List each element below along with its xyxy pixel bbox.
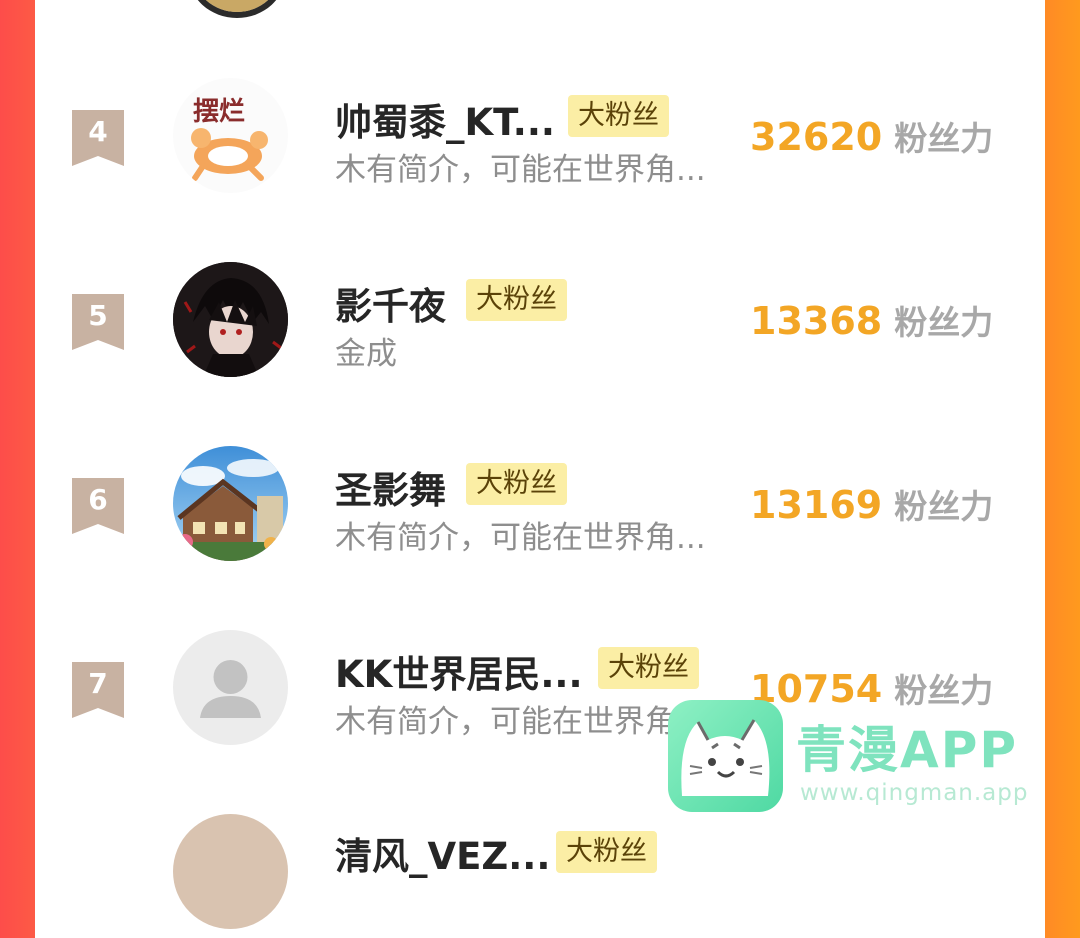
fan-power-value: 13169: [750, 483, 883, 527]
fan-power-value: 13368: [750, 299, 883, 343]
user-avatar[interactable]: [173, 262, 288, 377]
rank-ribbon: 6: [72, 478, 124, 534]
user-bio: 木有简介，可能在世界角...: [335, 520, 706, 556]
user-name[interactable]: 帅蜀黍_KT...: [335, 92, 555, 146]
user-avatar[interactable]: [173, 814, 288, 929]
rank-number: 6: [88, 483, 108, 516]
user-name[interactable]: KK世界居民...: [335, 644, 583, 698]
ranking-row[interactable]: 清风_VEZ... 大粉丝: [0, 808, 1080, 938]
user-bio: 木有简介，可能在世界角...: [335, 152, 706, 188]
fan-power: 13169 粉丝力: [750, 480, 993, 528]
rank-ribbon: 5: [72, 294, 124, 350]
user-name[interactable]: 影千夜: [335, 276, 446, 330]
rank-ribbon: 4: [72, 110, 124, 166]
ranking-row[interactable]: 6 圣影舞 大粉丝 木有简介，可能在世界角... 13169 粉丝力: [0, 440, 1080, 570]
ranking-row[interactable]: 4 摆烂 帅蜀黍_KT... 大粉丝 木有简介，可能在世界角... 32620 粉…: [0, 72, 1080, 202]
ranking-row[interactable]: 5 影千夜 大粉丝 金成 13368 粉丝力: [0, 256, 1080, 386]
rank-number: 5: [88, 299, 108, 332]
rank-number: 4: [88, 115, 108, 148]
fan-power: 32620 粉丝力: [750, 112, 993, 160]
fan-level-badge: 大粉丝: [466, 463, 567, 505]
fan-level-badge: 大粉丝: [466, 279, 567, 321]
cat-logo-icon: [668, 700, 783, 812]
fan-power-unit: 粉丝力: [894, 119, 994, 158]
user-name[interactable]: 圣影舞: [335, 460, 446, 514]
user-bio: 木有简介，可能在世界角...: [335, 704, 706, 740]
user-avatar[interactable]: 摆烂: [173, 78, 288, 193]
fan-power-value: 32620: [750, 115, 883, 159]
watermark-title: 青漫APP: [796, 721, 1018, 779]
user-name[interactable]: 清风_VEZ...: [335, 826, 550, 880]
fan-level-badge: 大粉丝: [598, 647, 699, 689]
rank-ribbon: 7: [72, 662, 124, 718]
user-bio: 金成: [335, 336, 397, 372]
fan-power-unit: 粉丝力: [894, 487, 994, 526]
fan-level-badge: 大粉丝: [556, 831, 657, 873]
fan-power: 13368 粉丝力: [750, 296, 993, 344]
fan-power-unit: 粉丝力: [894, 303, 994, 342]
watermark-url: www.qingman.app: [800, 780, 1029, 806]
fan-level-badge: 大粉丝: [568, 95, 669, 137]
rank-number: 7: [88, 667, 108, 700]
default-avatar-icon[interactable]: [173, 630, 288, 745]
qingman-watermark: 青漫APP www.qingman.app: [668, 700, 1038, 820]
avatar-text: 摆烂: [193, 97, 245, 127]
user-avatar[interactable]: [173, 446, 288, 561]
